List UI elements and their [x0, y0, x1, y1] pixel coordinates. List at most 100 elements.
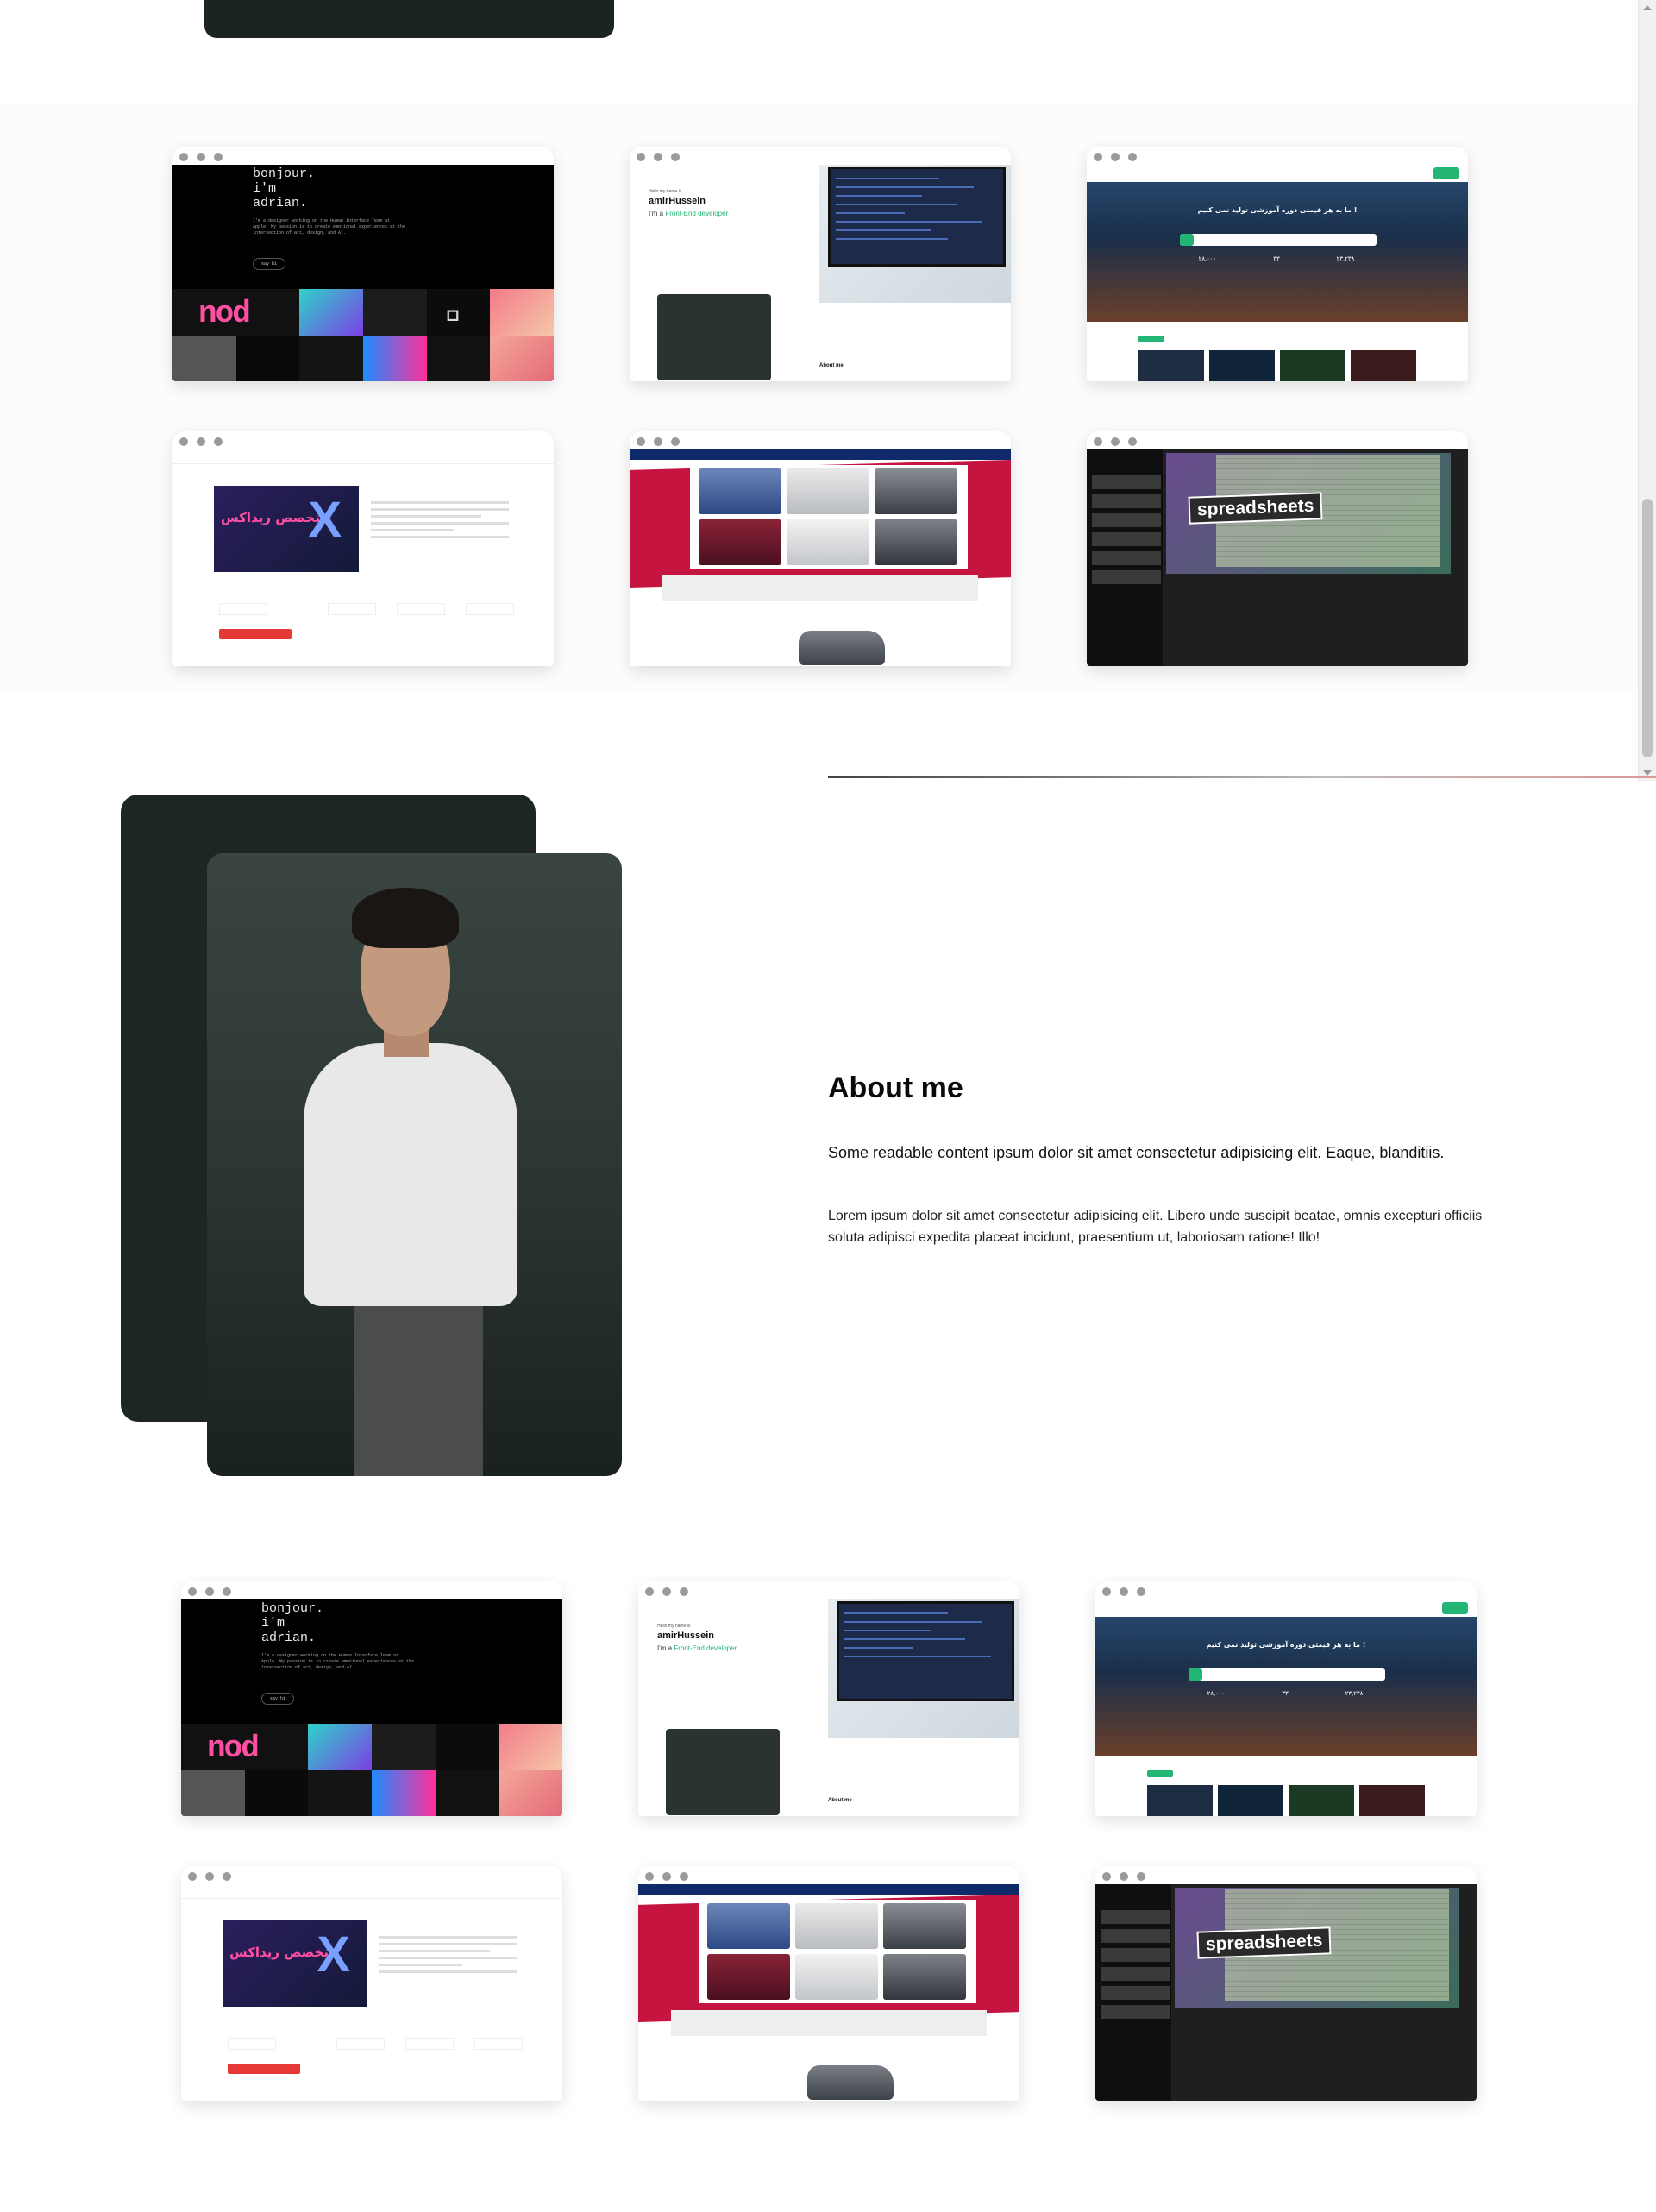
project-card-spreadsheets[interactable]: spreadsheets — [1095, 1866, 1477, 2101]
window-dot-icon — [205, 1872, 214, 1881]
project-card-persian-courses[interactable]: ما به هر قیمتی دوره آموزشی تولید نمی کنی… — [1095, 1581, 1477, 1816]
window-dot-icon — [1120, 1872, 1128, 1881]
window-dot-icon — [1111, 437, 1120, 446]
course-banner-x: X — [308, 492, 342, 548]
preview-green-tag — [1138, 336, 1164, 342]
project-card-redux-course[interactable]: متخصص ریداکس X — [172, 431, 554, 666]
window-dot-icon — [223, 1872, 231, 1881]
project-card-cars[interactable] — [638, 1866, 1019, 2101]
window-dot-icon — [188, 1587, 197, 1596]
project-card-persian-courses[interactable]: ما به هر قیمتی دوره آموزشی تولید نمی کنی… — [1087, 147, 1468, 381]
project-card-redux-course[interactable]: متخصص ریداکس X — [181, 1866, 562, 2101]
preview-hero: ما به هر قیمتی دوره آموزشی تولید نمی کنی… — [1087, 182, 1468, 322]
about-paragraph-1: Some readable content ipsum dolor sit am… — [828, 1144, 1445, 1161]
project-card-adrian[interactable]: bonjour. i'm adrian. I'm a designer work… — [181, 1581, 562, 1816]
scroll-thumb[interactable] — [1642, 499, 1653, 757]
preview-nav — [1087, 165, 1468, 183]
window-dot-icon — [1094, 153, 1102, 161]
scroll-up-arrow-icon[interactable] — [1643, 5, 1652, 10]
course-feature — [397, 603, 445, 615]
code-screen — [828, 167, 1006, 267]
window-dots — [1094, 437, 1137, 446]
cars-grid — [699, 468, 957, 565]
previous-section-photo — [204, 0, 614, 38]
amir-role: I'm a Front-End developer — [649, 210, 729, 217]
window-dot-icon — [680, 1872, 688, 1881]
spreadsheets-label: spreadsheets — [1196, 1926, 1332, 1959]
adrian-greeting: bonjour. i'm adrian. — [253, 167, 316, 211]
persian-courses-preview: ما به هر قیمتی دوره آموزشی تولید نمی کنی… — [1087, 165, 1468, 381]
window-dot-icon — [1120, 1587, 1128, 1596]
amir-role: I'm a Front-End developer — [657, 1644, 737, 1652]
window-dot-icon — [1111, 153, 1120, 161]
course-feature — [328, 603, 376, 615]
persian-stat: ۳۳ — [1282, 1691, 1289, 1697]
window-dots — [637, 153, 680, 161]
window-dot-icon — [654, 437, 662, 446]
adrian-say-hi-button[interactable]: say hi — [253, 258, 285, 270]
persian-hero-title: ما به هر قیمتی دوره آموزشی تولید نمی کنی… — [1206, 1641, 1366, 1649]
spreadsheets-preview: spreadsheets — [1087, 449, 1468, 666]
about-title: About me — [828, 1071, 963, 1104]
project-card-adrian[interactable]: bonjour. i'm adrian. I'm a designer work… — [172, 147, 554, 381]
persian-stat: ۲۸,۰۰۰ — [1198, 256, 1217, 262]
adrian-preview: bonjour. i'm adrian. I'm a designer work… — [172, 165, 554, 381]
window-dot-icon — [188, 1872, 197, 1881]
amir-name: amirHussein — [657, 1631, 715, 1641]
window-dot-icon — [1128, 153, 1137, 161]
preview-thumbs — [1138, 350, 1416, 381]
window-dots — [179, 153, 223, 161]
amir-photo — [657, 294, 771, 380]
window-dot-icon — [637, 437, 645, 446]
video-sidebar — [1087, 449, 1163, 666]
cars-preview — [630, 449, 1011, 666]
window-dot-icon — [214, 437, 223, 446]
window-dot-icon — [662, 1587, 671, 1596]
adrian-sub: I'm a designer working on the Human Inte… — [253, 218, 406, 236]
adrian-say-hi-button[interactable]: say hi — [261, 1693, 294, 1705]
adrian-tiles: nod  — [172, 289, 554, 381]
window-dot-icon — [179, 437, 188, 446]
window-dot-icon — [223, 1587, 231, 1596]
persian-stat: ۳۳ — [1273, 256, 1280, 262]
persian-stat: ۲۳,۲۳۸ — [1345, 1691, 1364, 1697]
window-dot-icon — [645, 1587, 654, 1596]
persian-hero-title: ما به هر قیمتی دوره آموزشی تولید نمی کنی… — [1197, 206, 1358, 214]
preview-logo — [1433, 167, 1459, 179]
cars-featured-car — [799, 631, 885, 665]
amir-about-label: About me — [819, 363, 844, 368]
project-card-spreadsheets[interactable]: spreadsheets — [1087, 431, 1468, 666]
course-feature — [466, 603, 514, 615]
spreadsheets-label: spreadsheets — [1188, 492, 1323, 525]
amir-about-label: About me — [828, 1798, 852, 1803]
project-card-cars[interactable] — [630, 431, 1011, 666]
window-dot-icon — [637, 153, 645, 161]
course-feature — [219, 603, 267, 615]
section-divider — [828, 776, 1656, 778]
window-dot-icon — [1102, 1872, 1111, 1881]
preview-search — [1180, 234, 1377, 246]
window-dot-icon — [1137, 1587, 1145, 1596]
cars-description — [662, 575, 978, 601]
course-banner: متخصص ریداکس X — [214, 486, 359, 572]
adrian-greeting: bonjour. i'm adrian. — [261, 1601, 324, 1645]
window-dots — [1094, 153, 1137, 161]
project-card-amirhussein[interactable]: Hello my name is amirHussein I'm a Front… — [638, 1581, 1019, 1816]
preview-nav — [172, 449, 554, 464]
redux-course-preview: متخصص ریداکس X — [172, 449, 554, 666]
adrian-sub: I'm a designer working on the Human Inte… — [261, 1653, 415, 1670]
course-description-lines — [371, 501, 509, 543]
window-dots — [637, 437, 680, 446]
window-dot-icon — [671, 437, 680, 446]
project-card-amirhussein[interactable]: Hello my name is amirHussein I'm a Front… — [630, 147, 1011, 381]
window-dot-icon — [662, 1872, 671, 1881]
window-dot-icon — [197, 153, 205, 161]
cars-topbar — [630, 449, 1011, 460]
amirhussein-preview: Hello my name is amirHussein I'm a Front… — [630, 165, 1011, 381]
course-banner-x: X — [317, 1926, 350, 1983]
window-dot-icon — [1102, 1587, 1111, 1596]
scrollbar[interactable] — [1638, 0, 1656, 781]
window-dot-icon — [680, 1587, 688, 1596]
window-dot-icon — [671, 153, 680, 161]
amir-name: amirHussein — [649, 196, 706, 206]
